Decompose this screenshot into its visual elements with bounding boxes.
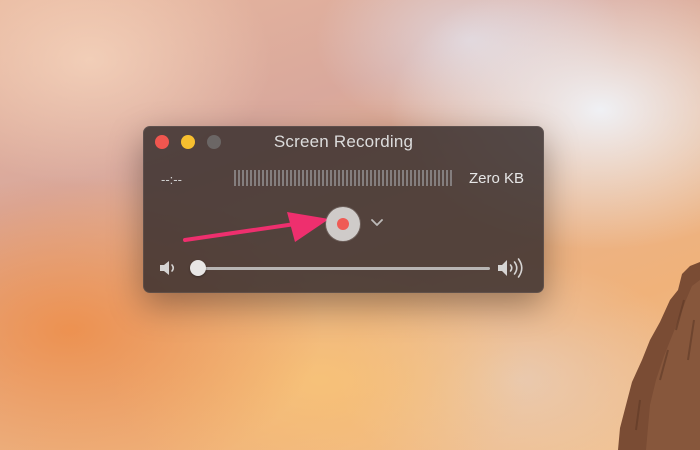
screen-recording-window: Screen Recording --:-- Zero KB [143, 126, 544, 293]
volume-slider-knob[interactable] [190, 260, 206, 276]
recording-time: --:-- [161, 172, 182, 187]
volume-slider-track[interactable] [198, 267, 490, 270]
record-button[interactable] [326, 207, 360, 241]
file-size: Zero KB [469, 170, 525, 187]
window-title: Screen Recording [273, 132, 414, 151]
speaker-high-icon[interactable] [496, 257, 528, 279]
chevron-down-icon[interactable] [370, 215, 384, 229]
speaker-low-icon[interactable] [158, 258, 178, 278]
record-icon [337, 218, 349, 230]
annotation-arrow [183, 212, 329, 242]
audio-level-meter [234, 170, 452, 186]
